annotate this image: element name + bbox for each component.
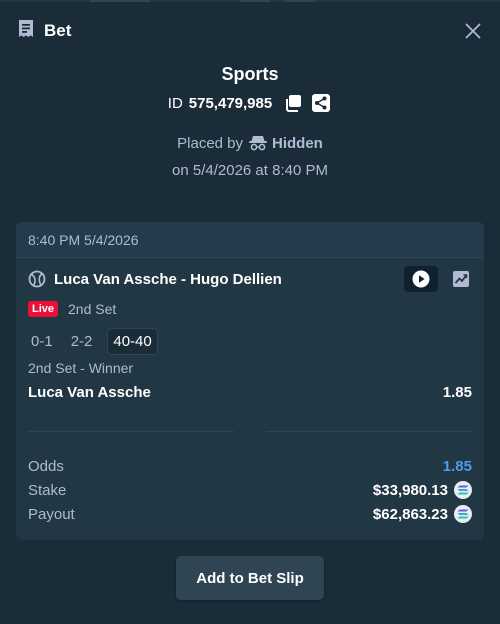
stats-button[interactable] [450,268,472,290]
solana-coin-icon [454,505,472,523]
event-name[interactable]: Luca Van Assche - Hugo Dellien [54,271,282,288]
placed-by-row: Placed by Hidden [0,132,500,154]
solana-coin-icon [454,481,472,499]
receipt-icon [16,19,36,44]
bet-id-prefix: ID [167,94,183,112]
live-status-row: Live 2nd Set [28,301,116,317]
odds-row: Odds 1.85 [28,454,472,478]
payout-label: Payout [28,505,75,523]
copy-button[interactable] [282,92,304,114]
market-name: 2nd Set - Winner [28,360,134,376]
share-icon [312,94,331,112]
selection-row: Luca Van Assche 1.85 [28,384,472,401]
placed-date: on 5/4/2026 at 8:40 PM [172,162,328,179]
selection-odds: 1.85 [442,384,472,401]
bet-summary: Sports ID 575,479,985 Placed by Hidden o… [0,64,500,184]
payout-value: $62,863.23 [372,505,448,523]
bet-timestamp: 8:40 PM 5/4/2026 [28,231,139,248]
bet-id-row: ID 575,479,985 [0,92,500,114]
live-badge: Live [28,301,59,317]
add-to-bet-slip-button[interactable]: Add to Bet Slip [176,556,324,600]
event-actions [404,266,472,292]
odds-label: Odds [28,457,64,475]
placed-by-label: Placed by [177,134,244,152]
selection-name: Luca Van Assche [28,384,151,401]
live-stream-button[interactable] [404,266,438,292]
incognito-icon [249,136,268,151]
sport-title: Sports [221,64,279,84]
payout-amount: $62,863.23 [373,505,472,523]
bet-card: 8:40 PM 5/4/2026 Luca Van Assche - Hugo … [16,222,484,540]
modal-title: Bet [44,21,72,40]
score-points: 40-40 [107,328,158,355]
score-row: 0-1 2-2 40-40 [28,328,158,355]
stake-label: Stake [28,481,67,499]
play-icon [412,270,430,288]
share-button[interactable] [310,92,332,114]
current-period: 2nd Set [68,301,117,317]
stake-value: $33,980.13 [372,481,448,499]
bet-totals: Odds 1.85 Stake $33,980.13 Payout $62,86… [28,454,472,526]
score-games: 2-2 [70,333,93,350]
close-button[interactable] [462,20,484,42]
divider-left [28,431,234,432]
stake-amount: $33,980.13 [373,481,472,499]
event-left: Luca Van Assche - Hugo Dellien [28,270,282,288]
divider-right [266,431,472,432]
hidden-user: Hidden [249,135,323,152]
score-sets: 0-1 [31,333,53,350]
odds-value: 1.85 [442,457,472,475]
modal-header: Bet [16,18,484,44]
tennis-ball-icon [28,270,46,288]
stats-chart-icon [453,271,469,287]
top-edge [0,0,500,2]
payout-row: Payout $62,863.23 [28,502,472,526]
stake-row: Stake $33,980.13 [28,478,472,502]
copy-icon [286,95,302,112]
event-row: Luca Van Assche - Hugo Dellien [28,266,472,292]
bet-card-header: 8:40 PM 5/4/2026 [16,222,484,258]
close-icon [465,23,481,39]
hidden-user-name: Hidden [272,134,323,152]
bet-id-value: 575,479,985 [188,94,273,112]
header-left: Bet [16,19,71,44]
